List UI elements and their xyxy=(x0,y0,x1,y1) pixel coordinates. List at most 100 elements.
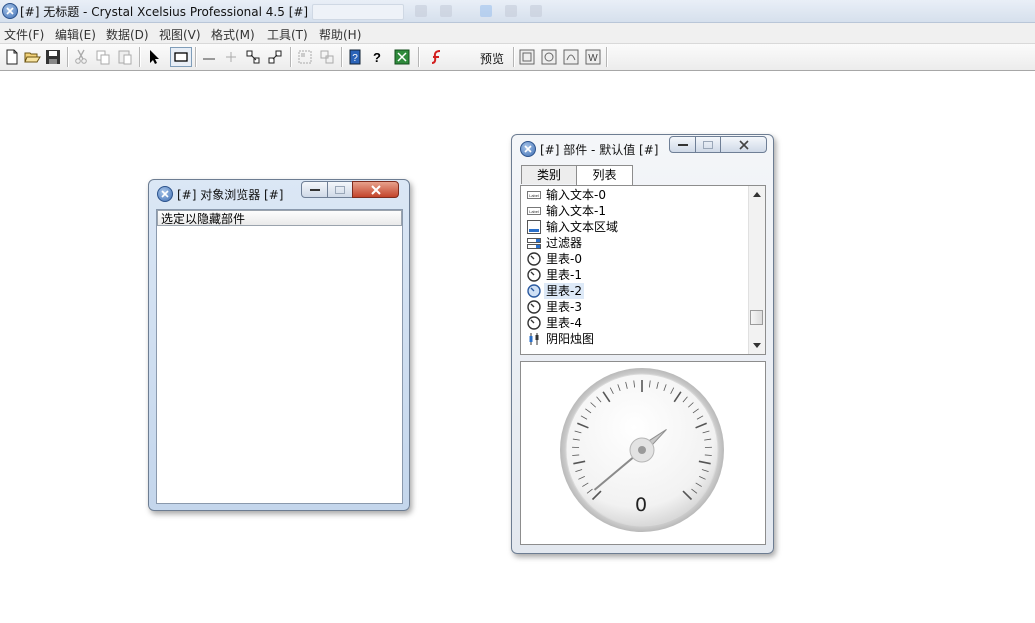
menu-view[interactable]: 视图(V) xyxy=(159,26,201,43)
tab-list[interactable]: 列表 xyxy=(576,165,633,185)
question-icon: ? xyxy=(373,50,381,65)
preview-button[interactable]: 预览 xyxy=(480,50,504,67)
import-spreadsheet-button[interactable] xyxy=(393,48,411,66)
component-preview: 0 xyxy=(520,361,766,545)
menu-data[interactable]: 数据(D) xyxy=(106,26,149,43)
scrollbar-thumb[interactable] xyxy=(750,310,763,325)
menu-bar: 文件(F) 编辑(E) 数据(D) 视图(V) 格式(M) 工具(T) 帮助(H… xyxy=(0,23,1035,43)
menu-edit[interactable]: 编辑(E) xyxy=(55,26,96,43)
menu-format[interactable]: 格式(M) xyxy=(211,26,255,43)
paste-button[interactable] xyxy=(116,48,134,66)
gauge-hub-center xyxy=(638,446,646,454)
component-tabs: 类别 列表 xyxy=(521,165,765,185)
list-item-label: 输入文本区域 xyxy=(546,220,619,234)
minimize-button[interactable] xyxy=(301,181,328,198)
copy-icon xyxy=(96,50,110,65)
maximize-button[interactable] xyxy=(327,181,353,198)
outlook-icon xyxy=(541,49,557,65)
export-outlook-button[interactable] xyxy=(540,48,558,66)
components-window: [#] 部件 - 默认值 [#] 类别 列表 Label 输入文本-0 Labe… xyxy=(511,134,774,554)
component-list-scrollbar[interactable] xyxy=(748,186,765,354)
close-button[interactable] xyxy=(720,136,767,153)
toolbar-separator xyxy=(606,47,607,67)
label-icon: Label xyxy=(527,207,541,215)
new-file-button[interactable] xyxy=(3,48,21,66)
rectangle-tool-button[interactable] xyxy=(170,47,192,67)
close-icon xyxy=(738,139,749,150)
select-tool-button[interactable] xyxy=(145,48,163,66)
minimize-icon xyxy=(677,143,688,146)
open-file-button[interactable] xyxy=(23,48,41,66)
distribute-button[interactable] xyxy=(222,48,240,66)
gauge-icon xyxy=(527,252,541,266)
gauge-value: 0 xyxy=(635,494,648,516)
toolbar-separator xyxy=(341,47,342,67)
help-book-icon: ? xyxy=(349,49,361,65)
maximize-icon xyxy=(335,185,345,194)
gauge-icon xyxy=(527,316,541,330)
maximize-button[interactable] xyxy=(695,136,721,153)
save-button[interactable] xyxy=(44,48,62,66)
align-button[interactable] xyxy=(200,48,218,66)
ungroup-icon xyxy=(320,50,334,64)
object-browser-list[interactable]: 选定以隐藏部件 xyxy=(156,209,403,504)
send-backward-button[interactable] xyxy=(266,48,284,66)
component-list[interactable]: Label 输入文本-0 Label 输入文本-1 输入文本区域 过滤器 里表-… xyxy=(520,185,766,355)
ghost-icon xyxy=(415,5,427,17)
scroll-up-icon[interactable] xyxy=(753,192,761,197)
gauge-icon xyxy=(527,300,541,314)
save-disk-icon xyxy=(46,50,60,64)
close-button[interactable] xyxy=(352,181,399,198)
bring-forward-icon xyxy=(246,50,260,64)
menu-file[interactable]: 文件(F) xyxy=(4,26,44,43)
object-browser-title-bar[interactable]: [#] 对象浏览器 [#] xyxy=(149,180,409,204)
bring-forward-button[interactable] xyxy=(244,48,262,66)
app-title-bar: [#] 无标题 - Crystal Xcelsius Professional … xyxy=(0,0,1035,23)
cut-button[interactable] xyxy=(72,48,90,66)
object-browser-header: 选定以隐藏部件 xyxy=(157,210,402,226)
toolbar-separator xyxy=(418,47,419,67)
excel-icon xyxy=(394,49,410,65)
export-flash-button[interactable] xyxy=(428,48,446,66)
send-backward-icon xyxy=(268,50,282,64)
toolbar: ? ? 预览 W xyxy=(0,43,1035,71)
menu-help[interactable]: 帮助(H) xyxy=(319,26,361,43)
align-icon xyxy=(203,58,215,60)
window-close-icon[interactable] xyxy=(520,141,536,157)
group-icon xyxy=(298,50,312,64)
window-close-icon[interactable] xyxy=(157,186,173,202)
gauge-icon xyxy=(527,268,541,282)
scissors-icon xyxy=(75,49,87,64)
powerpoint-icon xyxy=(519,49,535,65)
export-word-button[interactable]: W xyxy=(584,48,602,66)
copy-button[interactable] xyxy=(94,48,112,66)
rectangle-icon xyxy=(174,52,188,62)
word-icon: W xyxy=(585,49,601,65)
svg-text:Label: Label xyxy=(529,193,539,198)
label-icon: Label xyxy=(527,191,541,199)
components-title-bar[interactable]: [#] 部件 - 默认值 [#] xyxy=(512,135,773,159)
title-bar-ghost-toolbar xyxy=(300,2,560,20)
open-folder-icon xyxy=(24,52,41,63)
list-item-label: 里表-2 xyxy=(544,283,584,299)
menu-tools[interactable]: 工具(T) xyxy=(267,26,308,43)
help-topics-button[interactable]: ? xyxy=(346,48,364,66)
context-help-button[interactable]: ? xyxy=(368,48,386,66)
svg-text:Label: Label xyxy=(529,209,539,214)
app-close-icon[interactable] xyxy=(2,3,18,19)
scroll-down-icon[interactable] xyxy=(753,343,761,348)
export-pdf-button[interactable] xyxy=(562,48,580,66)
ghost-icon xyxy=(440,5,452,17)
list-item-label: 里表-1 xyxy=(546,268,582,282)
minimize-button[interactable] xyxy=(669,136,696,153)
close-icon xyxy=(370,184,381,195)
tab-category[interactable]: 类别 xyxy=(521,165,577,184)
list-item-label: 里表-0 xyxy=(546,252,582,266)
group-button[interactable] xyxy=(296,48,314,66)
export-powerpoint-button[interactable] xyxy=(518,48,536,66)
text-area-icon xyxy=(527,220,541,234)
gauge-tick xyxy=(704,454,712,456)
list-item-label: 里表-3 xyxy=(546,300,582,314)
svg-text:?: ? xyxy=(352,53,358,64)
ungroup-button[interactable] xyxy=(318,48,336,66)
